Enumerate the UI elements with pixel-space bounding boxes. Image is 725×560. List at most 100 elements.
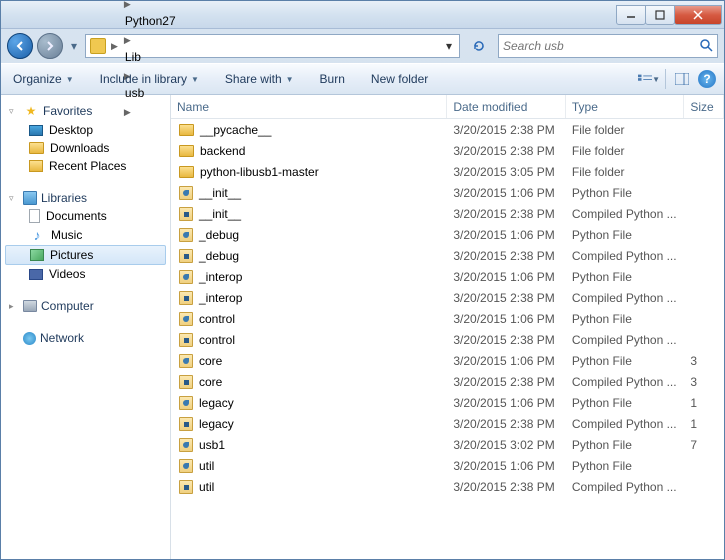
maximize-button[interactable] [645, 5, 675, 25]
file-type: Python File [566, 459, 685, 473]
column-header-name[interactable]: Name [171, 95, 447, 118]
chevron-right-icon[interactable]: ▶ [121, 35, 134, 45]
file-row[interactable]: __pycache__3/20/2015 2:38 PMFile folder [171, 119, 724, 140]
chevron-right-icon[interactable]: ▶ [121, 0, 134, 9]
search-box[interactable] [498, 34, 718, 58]
file-row[interactable]: _debug3/20/2015 1:06 PMPython File [171, 224, 724, 245]
forward-button[interactable] [37, 33, 63, 59]
file-name: core [199, 354, 222, 368]
sidebar-item-documents[interactable]: Documents [1, 207, 170, 225]
file-date: 3/20/2015 2:38 PM [447, 333, 566, 347]
file-row[interactable]: _debug3/20/2015 2:38 PMCompiled Python .… [171, 245, 724, 266]
file-row[interactable]: backend3/20/2015 2:38 PMFile folder [171, 140, 724, 161]
view-options-button[interactable]: ▼ [637, 68, 661, 90]
file-row[interactable]: _interop3/20/2015 1:06 PMPython File [171, 266, 724, 287]
navigation-pane: ▿ ★ Favorites DesktopDownloads Recent Pla… [1, 95, 171, 559]
sidebar-item-recent-places[interactable]: Recent Places [1, 157, 170, 175]
pyc-icon [179, 375, 193, 389]
file-date: 3/20/2015 2:38 PM [447, 375, 566, 389]
search-input[interactable] [503, 39, 699, 53]
file-row[interactable]: __init__3/20/2015 1:06 PMPython File [171, 182, 724, 203]
divider [665, 69, 666, 89]
file-size: 7 [684, 438, 724, 452]
help-button[interactable]: ? [698, 70, 716, 88]
network-header[interactable]: Network [1, 329, 170, 347]
file-type: Python File [566, 438, 685, 452]
minimize-button[interactable] [616, 5, 646, 25]
file-type: Compiled Python ... [566, 417, 685, 431]
search-icon[interactable] [699, 38, 713, 55]
file-row[interactable]: control3/20/2015 2:38 PMCompiled Python … [171, 329, 724, 350]
file-row[interactable]: util3/20/2015 1:06 PMPython File [171, 455, 724, 476]
collapse-icon: ▿ [9, 106, 19, 117]
py-icon [179, 312, 193, 326]
computer-group: ▸ Computer [1, 297, 170, 315]
pyc-icon [179, 417, 193, 431]
file-type: Compiled Python ... [566, 480, 685, 494]
expand-icon: ▸ [9, 301, 19, 312]
file-name: __init__ [199, 186, 241, 200]
file-row[interactable]: core3/20/2015 1:06 PMPython File3 [171, 350, 724, 371]
breadcrumb[interactable]: ▶ Local Disk (C:)▶Python27▶Lib▶usb▶ ▾ [85, 34, 460, 58]
file-date: 3/20/2015 2:38 PM [447, 480, 566, 494]
share-with-menu[interactable]: Share with▼ [221, 70, 298, 88]
include-library-menu[interactable]: Include in library▼ [96, 70, 203, 88]
file-date: 3/20/2015 2:38 PM [447, 249, 566, 263]
folder-icon [179, 124, 194, 136]
column-header-size[interactable]: Size [684, 95, 724, 118]
file-row[interactable]: control3/20/2015 1:06 PMPython File [171, 308, 724, 329]
file-list: Name Date modified Type Size __pycache__… [171, 95, 724, 559]
py-icon [179, 228, 193, 242]
breadcrumb-dropdown[interactable]: ▾ [441, 39, 457, 53]
file-row[interactable]: python-libusb1-master3/20/2015 3:05 PMFi… [171, 161, 724, 182]
file-name: core [199, 375, 222, 389]
back-button[interactable] [7, 33, 33, 59]
file-name: _interop [199, 270, 242, 284]
file-row[interactable]: usb13/20/2015 3:02 PMPython File7 [171, 434, 724, 455]
sidebar-item-pictures[interactable]: Pictures [5, 245, 166, 265]
preview-pane-button[interactable] [670, 68, 694, 90]
organize-menu[interactable]: Organize▼ [9, 70, 78, 88]
file-row[interactable]: core3/20/2015 2:38 PMCompiled Python ...… [171, 371, 724, 392]
pyc-icon [179, 333, 193, 347]
favorites-header[interactable]: ▿ ★ Favorites [1, 101, 170, 121]
chevron-down-icon: ▼ [652, 75, 660, 84]
file-type: Python File [566, 312, 685, 326]
breadcrumb-segment[interactable]: Python27 [121, 10, 208, 32]
desktop-icon [29, 125, 43, 136]
file-type: Python File [566, 396, 685, 410]
close-button[interactable] [674, 5, 722, 25]
sidebar-item-label: Pictures [50, 248, 93, 262]
file-name: backend [200, 144, 245, 158]
sidebar-item-desktop[interactable]: Desktop [1, 121, 170, 139]
file-row[interactable]: __init__3/20/2015 2:38 PMCompiled Python… [171, 203, 724, 224]
pyc-icon [179, 249, 193, 263]
music-icon: ♪ [29, 227, 45, 243]
history-dropdown[interactable]: ▾ [67, 36, 81, 56]
file-row[interactable]: legacy3/20/2015 1:06 PMPython File1 [171, 392, 724, 413]
sidebar-item-downloads[interactable]: Downloads [1, 139, 170, 157]
column-header-date[interactable]: Date modified [447, 95, 566, 118]
file-row[interactable]: legacy3/20/2015 2:38 PMCompiled Python .… [171, 413, 724, 434]
sidebar-item-music[interactable]: ♪Music [1, 225, 170, 245]
refresh-button[interactable] [468, 35, 490, 57]
file-type: Python File [566, 186, 685, 200]
sidebar-item-label: Recent Places [49, 159, 126, 173]
column-header-type[interactable]: Type [566, 95, 685, 118]
file-date: 3/20/2015 2:38 PM [447, 417, 566, 431]
chevron-down-icon: ▼ [191, 75, 199, 84]
libraries-header[interactable]: ▿ Libraries [1, 189, 170, 207]
file-name: __pycache__ [200, 123, 271, 137]
chevron-right-icon[interactable]: ▶ [108, 41, 121, 52]
file-name: util [199, 480, 214, 494]
breadcrumb-segment[interactable]: Lib [121, 46, 208, 68]
burn-button[interactable]: Burn [316, 70, 349, 88]
sidebar-item-videos[interactable]: Videos [1, 265, 170, 283]
new-folder-button[interactable]: New folder [367, 70, 432, 88]
network-icon [23, 332, 36, 345]
computer-label: Computer [41, 299, 94, 313]
file-row[interactable]: util 3/20/2015 2:38 PMCompiled Python ... [171, 476, 724, 497]
computer-header[interactable]: ▸ Computer [1, 297, 170, 315]
file-row[interactable]: _interop3/20/2015 2:38 PMCompiled Python… [171, 287, 724, 308]
file-name: usb1 [199, 438, 225, 452]
